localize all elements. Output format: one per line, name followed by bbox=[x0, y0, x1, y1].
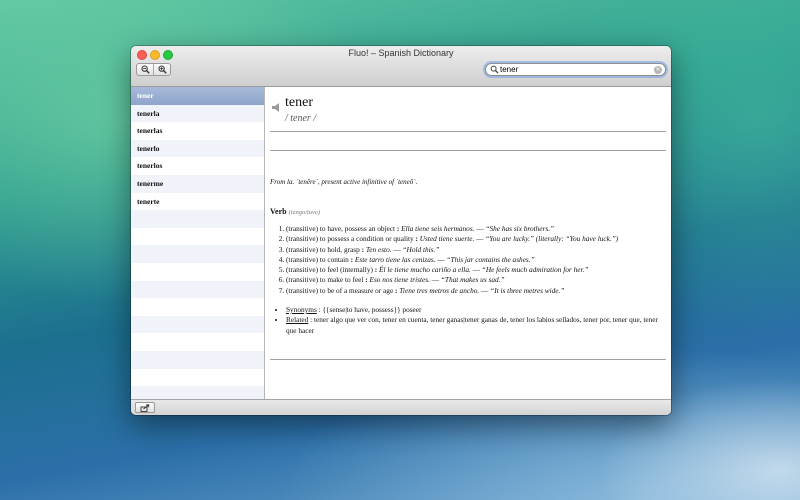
sense-example: Ten esto. bbox=[365, 244, 392, 254]
sense-translation: “This jar contains the ashes.” bbox=[446, 254, 535, 264]
divider bbox=[270, 131, 666, 132]
zoom-in-button[interactable] bbox=[153, 64, 170, 75]
word-list-item[interactable]: tenerme bbox=[131, 174, 264, 193]
synonyms-label: Synonyms bbox=[286, 305, 317, 314]
pos-label: Verb bbox=[270, 207, 287, 216]
sense-item: (transitive) to have, possess an object … bbox=[286, 224, 666, 234]
empty-list-row bbox=[131, 245, 264, 263]
sense-item: (transitive) to be of a measure or age :… bbox=[286, 286, 666, 296]
titlebar: Fluo! – Spanish Dictionary tener ✕ bbox=[131, 46, 671, 87]
empty-list-row bbox=[131, 350, 264, 369]
entry-part-of-speech: Verb (tengo/tuve) bbox=[270, 207, 320, 216]
share-button[interactable] bbox=[135, 402, 155, 413]
sense-example: Usted tiene suerte. bbox=[419, 234, 475, 244]
sense-dash: — bbox=[474, 234, 486, 244]
sense-item: (transitive) to feel (internally) : Él l… bbox=[286, 265, 666, 275]
word-list-item[interactable]: tenerlas bbox=[131, 122, 264, 140]
sense-translation: “He feels much admiration for her.” bbox=[481, 265, 589, 275]
sense-example: Eso nos tiene tristes. bbox=[369, 275, 430, 285]
sense-dash: — bbox=[470, 265, 482, 275]
sense-definition: (transitive) to be of a measure or age bbox=[286, 285, 394, 295]
related-list: Synonyms : {{sense|to have, possess}} po… bbox=[270, 305, 666, 336]
sense-translation: “That makes us sad.” bbox=[440, 275, 505, 285]
zoom-out-icon bbox=[140, 65, 150, 74]
clear-search-icon[interactable]: ✕ bbox=[654, 65, 662, 74]
sense-example: Tiene tres metros de ancho. bbox=[399, 285, 480, 295]
entry-pronunciation: / tener / bbox=[285, 113, 317, 124]
bottom-bar bbox=[131, 399, 671, 415]
search-input[interactable] bbox=[500, 64, 650, 75]
word-list-item[interactable]: tener bbox=[131, 87, 264, 105]
sense-definition: (transitive) to make to feel bbox=[286, 275, 364, 285]
sense-dash: — bbox=[391, 244, 403, 254]
word-list: tener tenerla tenerlas tenerlo tenerlos tener… bbox=[131, 87, 264, 399]
empty-list-row bbox=[131, 369, 264, 387]
empty-list-row bbox=[131, 263, 264, 281]
speaker-icon[interactable] bbox=[271, 102, 282, 113]
entry-view: tener / tener / From la. `tenēre`, prese… bbox=[265, 87, 671, 399]
word-list-sidebar: tener tenerla tenerlas tenerlo tenerlos tener… bbox=[131, 87, 265, 399]
text-zoom-control bbox=[136, 63, 171, 76]
sense-definition: (transitive) to have, possess an object bbox=[286, 224, 396, 233]
sense-item: (transitive) to possess a condition or q… bbox=[286, 234, 666, 244]
word-list-item[interactable]: tenerlos bbox=[131, 157, 264, 175]
synonyms-text: : {{sense|to have, possess}} poseer bbox=[316, 305, 422, 314]
sense-definition: (transitive) to contain bbox=[286, 254, 349, 264]
word-list-item[interactable]: tenerte bbox=[131, 193, 264, 211]
sense-item: (transitive) to make to feel : Eso nos t… bbox=[286, 275, 666, 285]
sense-translation: “Hold this.” bbox=[402, 244, 440, 254]
sense-dash: — bbox=[435, 254, 447, 264]
sense-dash: — bbox=[474, 224, 486, 233]
sense-translation: “She has six brothers.” bbox=[485, 224, 555, 233]
sense-translation: “You are lucky.” (literally: “You have l… bbox=[485, 234, 619, 244]
related-text: : tener algo que ver con, tener en cuent… bbox=[286, 315, 658, 335]
sense-definition: (transitive) to hold, grasp bbox=[286, 244, 360, 254]
sense-translation: “It is three metres wide.” bbox=[490, 285, 565, 295]
empty-list-row bbox=[131, 228, 264, 246]
related-item: Related : tener algo que ver con, tener … bbox=[286, 315, 666, 336]
sense-example: Él le tiene mucho cariño a ella. bbox=[379, 265, 471, 275]
share-icon bbox=[140, 403, 150, 412]
entry-etymology: From la. `tenēre`, present active infini… bbox=[270, 178, 418, 186]
empty-list-row bbox=[131, 315, 264, 334]
empty-list-row bbox=[131, 333, 264, 351]
divider bbox=[270, 359, 666, 360]
sense-list: (transitive) to have, possess an object … bbox=[270, 224, 666, 296]
zoom-in-icon bbox=[157, 65, 167, 74]
pos-note: (tengo/tuve) bbox=[288, 209, 320, 216]
sense-definition: (transitive) to feel (internally) bbox=[286, 265, 373, 275]
app-window: Fluo! – Spanish Dictionary tener ✕ tener… bbox=[131, 46, 671, 415]
sense-item: (transitive) to hold, grasp : Ten esto. … bbox=[286, 245, 666, 255]
sense-definition: (transitive) to possess a condition or q… bbox=[286, 234, 414, 244]
sense-dash: — bbox=[479, 285, 491, 295]
empty-list-row bbox=[131, 298, 264, 316]
empty-list-row bbox=[131, 210, 264, 228]
window-title: Fluo! – Spanish Dictionary bbox=[348, 48, 454, 58]
empty-list-row bbox=[131, 280, 264, 299]
sense-item: (transitive) to contain : Este tarro tie… bbox=[286, 255, 666, 265]
sense-dash: — bbox=[429, 275, 441, 285]
word-list-item[interactable]: tenerla bbox=[131, 104, 264, 123]
entry-headword: tener bbox=[285, 95, 313, 110]
word-list-item[interactable]: tenerlo bbox=[131, 139, 264, 158]
search-field[interactable]: ✕ bbox=[485, 63, 666, 76]
zoom-out-button[interactable] bbox=[137, 64, 153, 75]
divider bbox=[270, 150, 666, 151]
search-icon bbox=[490, 65, 499, 74]
empty-list-row bbox=[131, 386, 264, 399]
synonyms-item: Synonyms : {{sense|to have, possess}} po… bbox=[286, 305, 666, 315]
related-label: Related bbox=[286, 315, 309, 325]
sense-example: Ella tiene seis hermanos. bbox=[401, 224, 475, 233]
sense-example: Este tarro tiene las cenizas. bbox=[354, 254, 436, 264]
